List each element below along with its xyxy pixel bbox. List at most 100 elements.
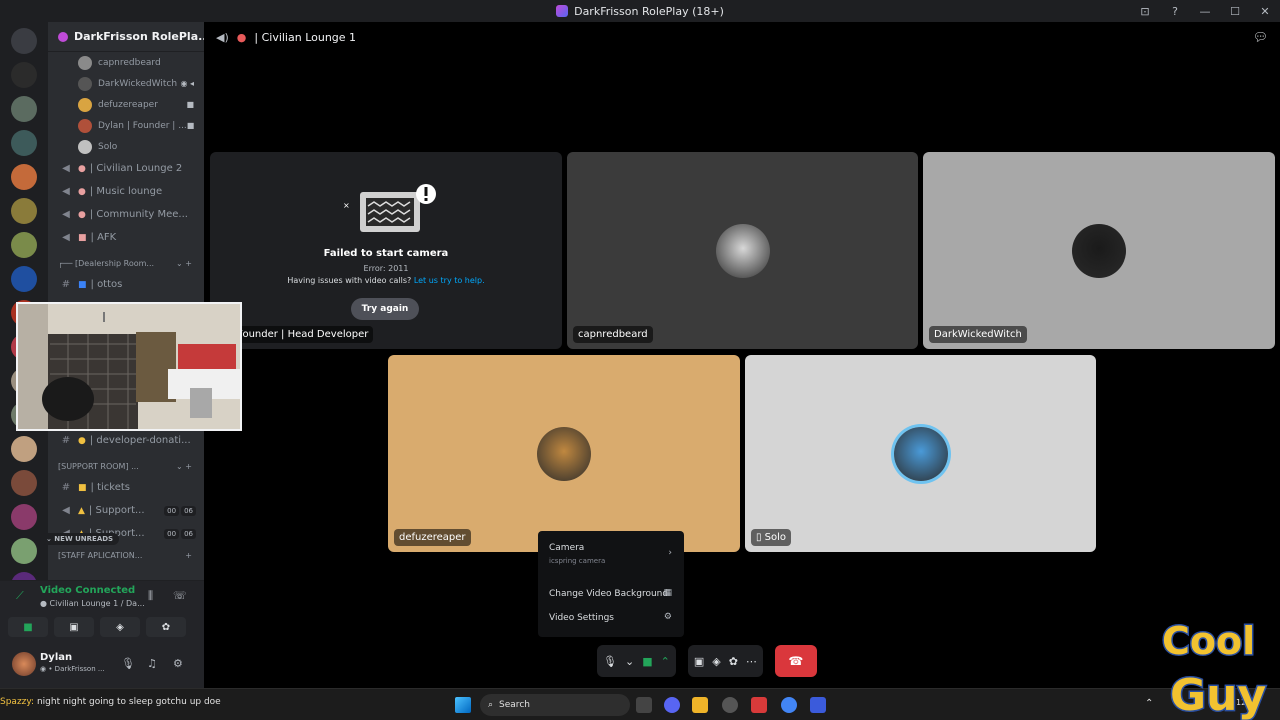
server-icon[interactable] — [11, 198, 37, 224]
microphone-icon[interactable]: 🎙︎ — [603, 655, 617, 668]
disconnect-icon[interactable]: ☏ — [173, 589, 187, 602]
inbox-icon[interactable]: ⊡ — [1130, 5, 1160, 18]
server-icon[interactable] — [11, 96, 37, 122]
server-icon[interactable] — [11, 130, 37, 156]
gear-icon[interactable]: ⚙ — [173, 657, 183, 670]
activity-group: ▣ ◈ ✿ ⋯ — [687, 645, 763, 677]
category-dealership[interactable]: ┌── [Dealership Room... ⌄ + — [48, 253, 204, 273]
voice-user[interactable]: Dylan | Founder | ... ■ — [48, 115, 204, 136]
chevron-up-icon[interactable]: ⌃ — [661, 655, 670, 668]
user-status: ◉ • DarkFrisson ... — [40, 665, 105, 673]
microphone-icon[interactable]: 🎙︎ — [121, 657, 135, 670]
voice-channel[interactable]: ◀ ● | Civilian Lounge 2 — [48, 157, 204, 180]
server-icon[interactable] — [11, 62, 37, 88]
avatar[interactable] — [12, 652, 36, 676]
call-controls: 🎙︎ ⌄ ■ ⌃ ▣ ◈ ✿ ⋯ ☎ — [597, 645, 817, 677]
hash-icon: # — [61, 279, 71, 290]
new-unreads-pill[interactable]: ⌄ NEW UNREADS — [40, 533, 120, 545]
support-voice-channel[interactable]: ◀ ▲| Support... 0006 — [48, 499, 204, 522]
voice-user[interactable]: capnredbeard — [48, 52, 204, 73]
disconnect-button[interactable]: ☎ — [774, 645, 817, 677]
maximize-button[interactable]: ☐ — [1220, 5, 1250, 18]
video-tile-capnredbeard[interactable]: capnredbeard — [567, 152, 918, 349]
server-icon[interactable] — [11, 28, 37, 54]
video-tile-darkwickedwitch[interactable]: DarkWickedWitch — [923, 152, 1275, 349]
video-tile-defuzereaper[interactable]: defuzereaper — [388, 355, 740, 552]
settings-app-icon[interactable] — [722, 697, 738, 713]
windows-taskbar: Spazzy: night night going to sleep gotch… — [0, 688, 1280, 720]
voice-user[interactable]: DarkWickedWitch ◉ ◂ — [48, 73, 204, 94]
guild-header[interactable]: DarkFrisson RolePla... ⌄ — [48, 22, 204, 52]
voice-user-name: Dylan | Founder | ... — [98, 120, 187, 131]
voice-channel[interactable]: ◀ ● | Music lounge — [48, 180, 204, 203]
audio-video-group: 🎙︎ ⌄ ■ ⌃ — [597, 645, 676, 677]
channel-tickets[interactable]: # ■ | tickets — [48, 476, 204, 499]
video-tile-solo[interactable]: ▯ Solo — [745, 355, 1096, 552]
help-link[interactable]: Let us try to help. — [414, 276, 485, 285]
chat-ticker: Spazzy: night night going to sleep gotch… — [0, 697, 221, 707]
maps-app-icon[interactable] — [751, 697, 767, 713]
windows-start-icon[interactable] — [455, 697, 471, 713]
server-icon[interactable] — [11, 232, 37, 258]
task-view-icon[interactable] — [636, 697, 652, 713]
help-text: Having issues with video calls? — [287, 276, 412, 285]
user-panel: Dylan ◉ • DarkFrisson ... 🎙︎ ♫ ⚙ — [0, 644, 204, 688]
camera-button[interactable]: ■ — [8, 617, 48, 637]
avatar — [78, 97, 92, 112]
guild-icon — [58, 31, 68, 42]
server-icon[interactable] — [11, 164, 37, 190]
ticker-message: night night going to sleep gotchu up doe — [36, 697, 221, 707]
screen-share-button[interactable]: ▣ — [54, 617, 94, 637]
noise-suppression-icon[interactable]: ⫼ — [148, 589, 153, 603]
category-staff[interactable]: [STAFF APLICATION... + — [48, 545, 204, 565]
soundboard-icon[interactable]: ✿ — [729, 655, 738, 668]
screen-share-icon[interactable]: ▣ — [694, 655, 704, 668]
change-video-background-item[interactable]: Change Video Background — [549, 589, 668, 599]
server-icon[interactable] — [11, 436, 37, 462]
discord-app-icon[interactable] — [664, 697, 680, 713]
chrome-app-icon[interactable] — [781, 697, 797, 713]
taskbar-search[interactable]: ⌕ Search — [480, 694, 630, 716]
voice-channel[interactable]: ◀ ● | Community Mee... — [48, 203, 204, 226]
gamepad-icon[interactable]: ◈ — [712, 655, 720, 668]
warning-emoji-icon: ▲ — [78, 505, 85, 516]
channel-label: | tickets — [90, 482, 130, 493]
channel-ottos[interactable]: # ■ | ottos — [48, 273, 204, 296]
channel-label: | developer-donati... — [89, 435, 191, 446]
tray-chevron-icon[interactable]: ⌃ — [1145, 698, 1153, 709]
server-icon[interactable] — [11, 266, 37, 292]
try-again-button[interactable]: Try again — [351, 298, 419, 320]
video-tile-dylan[interactable]: × Failed to start camera Error: 2011 Hav… — [210, 152, 562, 349]
close-button[interactable]: ✕ — [1250, 5, 1280, 18]
app-icon[interactable] — [810, 697, 826, 713]
headphones-icon[interactable]: ♫ — [147, 657, 157, 670]
server-icon[interactable] — [11, 538, 37, 564]
more-options-icon[interactable]: ⋯ — [746, 655, 757, 668]
voice-action-buttons: ■ ▣ ◈ ✿ — [8, 617, 186, 637]
voice-user-status-icon: ■ — [186, 100, 194, 109]
server-icon[interactable] — [11, 470, 37, 496]
chevron-down-icon[interactable]: ⌄ — [625, 655, 634, 668]
chat-icon[interactable]: 💬︎ — [1253, 30, 1268, 44]
signal-icon[interactable]: ⟋ — [16, 589, 24, 603]
camera-error-help: Having issues with video calls? Let us t… — [210, 276, 562, 285]
chevron-down-icon: ⌄ + — [176, 461, 192, 471]
soundboard-button[interactable]: ✿ — [146, 617, 186, 637]
speaker-icon: ◀ — [62, 209, 70, 220]
minimize-button[interactable]: — — [1190, 5, 1220, 18]
self-video-preview[interactable] — [16, 302, 242, 431]
voice-channel-path[interactable]: ● Civilian Lounge 1 / Da... — [40, 599, 145, 608]
server-icon[interactable] — [11, 504, 37, 530]
channel-developer-donations[interactable]: # ● | developer-donati... — [48, 429, 204, 452]
ticket-emoji-icon: ■ — [78, 482, 87, 493]
file-explorer-icon[interactable] — [692, 697, 708, 713]
help-icon[interactable]: ? — [1160, 5, 1190, 18]
video-settings-item[interactable]: Video Settings — [549, 613, 614, 623]
voice-user[interactable]: defuzereaper ■ — [48, 94, 204, 115]
voice-channel[interactable]: ◀ ■ | AFK — [48, 226, 204, 249]
activity-button[interactable]: ◈ — [100, 617, 140, 637]
camera-icon[interactable]: ■ — [642, 655, 652, 668]
voice-user[interactable]: Solo — [48, 136, 204, 157]
camera-select-item[interactable]: Camera — [549, 543, 584, 553]
category-support[interactable]: [SUPPORT ROOM] ... ⌄ + — [48, 456, 204, 476]
